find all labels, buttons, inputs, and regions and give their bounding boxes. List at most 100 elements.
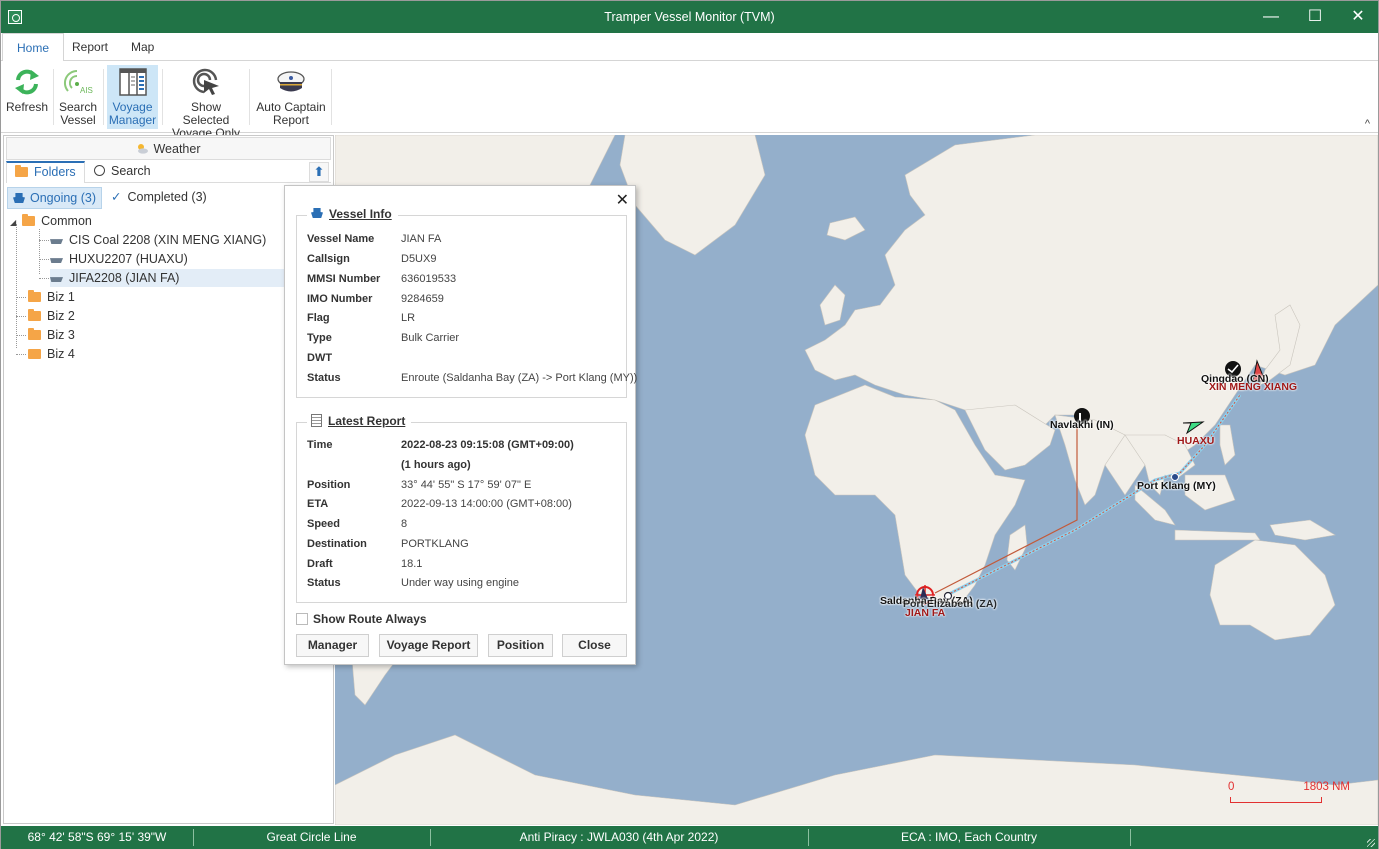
manager-button[interactable]: Manager (296, 634, 369, 657)
tab-home[interactable]: Home (2, 33, 65, 62)
checkmark-icon: ✓ (111, 190, 122, 204)
tree-folder-biz3[interactable]: Biz 3 (28, 326, 75, 344)
report-key: Status (307, 577, 341, 589)
weather-button[interactable]: Weather (6, 137, 331, 160)
info-key: DWT (307, 352, 333, 364)
info-value: Enroute (Saldanha Bay (ZA) -> Port Klang… (401, 372, 638, 384)
vessel-label-xin-meng-xiang[interactable]: XIN MENG XIANG (1209, 381, 1297, 393)
tree-folder-label: Common (41, 214, 92, 228)
vessel-label-jian-fa[interactable]: JIAN FA (905, 607, 945, 619)
status-line-mode: Great Circle Line (266, 830, 357, 844)
scroll-up-button[interactable]: ⬆ (309, 162, 329, 182)
land-british-isles (819, 284, 846, 326)
tree-voyage-label: HUXU2207 (HUAXU) (69, 252, 188, 266)
info-key: IMO Number (307, 293, 373, 305)
maximize-button[interactable]: ☐ (1293, 1, 1337, 33)
refresh-icon (12, 67, 42, 97)
position-button[interactable]: Position (488, 634, 553, 657)
tree-voyage-item[interactable]: HUXU2207 (HUAXU) (50, 250, 188, 268)
expand-collapse-icon[interactable]: ◢ (10, 218, 16, 227)
folder-open-icon (22, 214, 36, 226)
tree-folder-label: Biz 4 (47, 347, 75, 361)
report-value: Under way using engine (401, 577, 520, 589)
land-greenland (619, 135, 766, 256)
status-eca: ECA : IMO, Each Country (900, 830, 1038, 844)
tree-folder-biz4[interactable]: Biz 4 (28, 345, 75, 363)
tree-line (16, 224, 17, 348)
target-cursor-icon (191, 67, 221, 97)
tree-voyage-item[interactable]: CIS Coal 2208 (XIN MENG XIANG) (50, 231, 266, 249)
auto-captain-report-button[interactable]: Auto Captain Report (254, 65, 328, 129)
show-selected-voyage-button[interactable]: Show Selected Voyage Only (167, 65, 245, 140)
latest-report-header: Latest Report (307, 414, 412, 428)
latest-report-title: Latest Report (328, 414, 406, 428)
port-label-navlakhi[interactable]: Navlakhi (IN) (1050, 419, 1114, 431)
vessel-info-group: Vessel Info Vessel Name JIAN FA Callsign D… (296, 207, 637, 398)
land-philippines (1219, 424, 1236, 466)
tab-search-label: Search (111, 164, 151, 178)
weather-sun-cloud-icon (136, 139, 149, 154)
latest-report-group: Latest Report Time 2022-08-23 09:15:08 (G… (296, 414, 627, 603)
scale-start-label: 0 (1228, 781, 1235, 793)
svg-text:AIS: AIS (80, 86, 93, 95)
ribbon-separator (249, 69, 250, 125)
show-route-always-checkbox[interactable]: Show Route Always (296, 612, 427, 626)
ribbon-separator (162, 69, 163, 125)
status-coordinates: 68° 42' 58"S 69° 15' 39"W (27, 830, 167, 844)
filter-ongoing-label: Ongoing (3) (30, 191, 97, 205)
report-time-value: 2022-08-23 09:15:08 (GMT+09:00) (401, 439, 574, 451)
port-label-port-klang[interactable]: Port Klang (MY) (1137, 480, 1216, 492)
report-value: 33° 44' 55" S 17° 59' 07" E (401, 479, 532, 491)
refresh-button[interactable]: Refresh (5, 65, 49, 129)
tree-voyage-label: CIS Coal 2208 (XIN MENG XIANG) (69, 233, 267, 247)
voyage-report-button[interactable]: Voyage Report (379, 634, 478, 657)
tab-map[interactable]: Map (117, 33, 168, 62)
folder-closed-icon (28, 349, 41, 359)
tree-voyage-item-selected[interactable]: JIFA2208 (JIAN FA) (50, 269, 290, 287)
collapse-ribbon-button[interactable]: ^ (1365, 118, 1370, 130)
voyage-manager-label-2: Manager (108, 113, 157, 127)
vessel-label-huaxu[interactable]: HUAXU (1177, 435, 1214, 447)
popup-close-icon[interactable]: ✕ (616, 190, 629, 210)
search-vessel-button[interactable]: AIS Search Vessel (57, 65, 99, 129)
report-key: Draft (307, 558, 333, 570)
info-key: Type (307, 332, 332, 344)
info-key: Vessel Name (307, 233, 375, 245)
report-key: Position (307, 479, 351, 491)
ribbon-separator (331, 69, 332, 125)
ribbon-toolbar: Refresh AIS Search Vessel Voyage Manager… (1, 61, 1378, 140)
land-new-guinea (1269, 519, 1336, 541)
ship-icon (50, 239, 63, 244)
status-separator (1130, 829, 1131, 846)
land-australia (1209, 539, 1336, 641)
tree-folder-biz2[interactable]: Biz 2 (28, 307, 75, 325)
tree-folder-label: Biz 3 (47, 328, 75, 342)
tree-folder-common[interactable]: ◢ Common (10, 212, 92, 230)
land-antarctica (335, 734, 1378, 825)
close-button[interactable]: Close (562, 634, 627, 657)
panel-tabs: Folders Search ⬆ (6, 161, 331, 183)
ribbon-tabs: Home Report Map (1, 33, 1378, 62)
filter-completed-label: Completed (3) (127, 190, 207, 204)
tab-folders[interactable]: Folders (6, 161, 85, 183)
auto-captain-label-2: Report (272, 113, 310, 127)
tree-line (39, 229, 40, 274)
tree-line (39, 259, 49, 260)
voyage-manager-icon (118, 67, 148, 97)
filter-completed[interactable]: ✓ Completed (3) (106, 187, 212, 209)
tree-line (16, 354, 26, 355)
tab-report[interactable]: Report (58, 33, 122, 62)
close-window-button[interactable]: ✕ (1336, 1, 1379, 33)
resize-grip[interactable] (1367, 839, 1375, 847)
ship-icon (50, 258, 63, 263)
voyage-manager-button[interactable]: Voyage Manager (107, 65, 158, 129)
ribbon-separator (53, 69, 54, 125)
report-value: 2022-09-13 14:00:00 (GMT+08:00) (401, 498, 572, 510)
info-value: Bulk Carrier (401, 332, 460, 344)
minimize-button[interactable]: — (1249, 1, 1293, 33)
checkbox-box[interactable] (296, 613, 308, 625)
tree-folder-biz1[interactable]: Biz 1 (28, 288, 75, 306)
tab-search[interactable]: Search (86, 161, 159, 183)
filter-ongoing[interactable]: Ongoing (3) (7, 187, 103, 209)
app-window: Tramper Vessel Monitor (TVM) — ☐ ✕ Home … (0, 0, 1379, 849)
